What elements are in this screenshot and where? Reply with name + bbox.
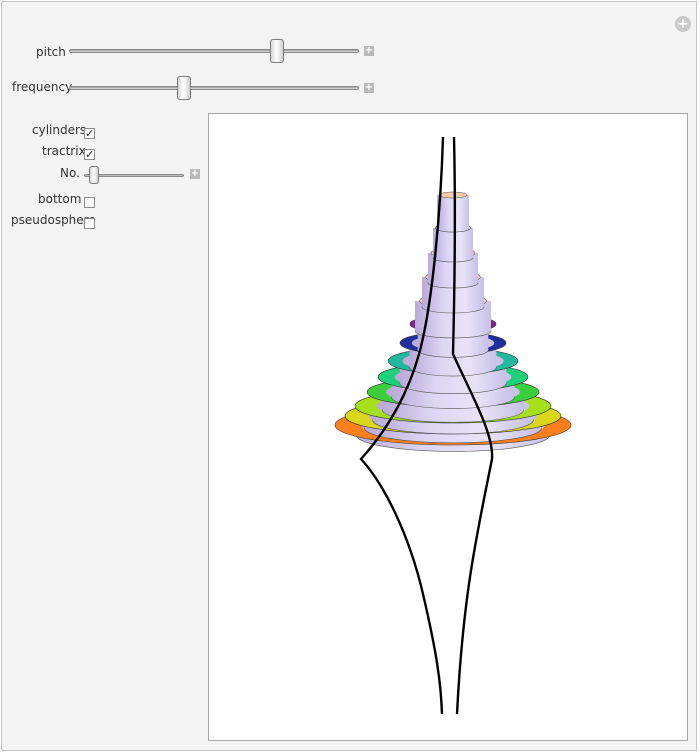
cylinder-top [438,191,468,199]
checkmark-icon: ✓ [85,148,95,161]
cylinder-side [433,228,473,258]
plot-area[interactable] [208,113,688,741]
frequency-slider-track[interactable] [69,86,359,90]
frequency-slider-thumb[interactable] [176,76,191,100]
pitch-plus-icon[interactable]: + [364,46,374,56]
pitch-slider-thumb[interactable] [270,39,285,63]
add-circle-icon[interactable]: + [675,16,691,32]
frequency-label: frequency [12,80,73,94]
number-plus-icon[interactable]: + [190,169,200,179]
cylinders-label: cylinders [32,123,87,137]
cylinders-checkbox[interactable]: ✓ [84,128,95,139]
cylinders-tractrix-graphic [334,136,572,715]
manipulate-panel: + pitch + frequency + cylinders ✓ tractr… [1,1,697,751]
tractrix-checkbox[interactable]: ✓ [84,149,95,160]
bottom-checkbox[interactable] [84,197,95,208]
checkmark-icon: ✓ [85,127,95,140]
pitch-slider-track[interactable] [69,49,359,53]
number-slider-thumb[interactable] [88,166,99,184]
tractrix-label: tractrix [42,144,86,158]
frequency-plus-icon[interactable]: + [364,83,374,93]
number-label: No. [60,166,80,180]
pseudosphere-checkbox[interactable] [84,218,95,229]
number-slider-track[interactable] [84,174,184,177]
pitch-label: pitch [36,45,66,59]
cylinder-side [437,195,469,229]
bottom-label: bottom [38,192,82,206]
cylinder-layer [436,191,470,233]
